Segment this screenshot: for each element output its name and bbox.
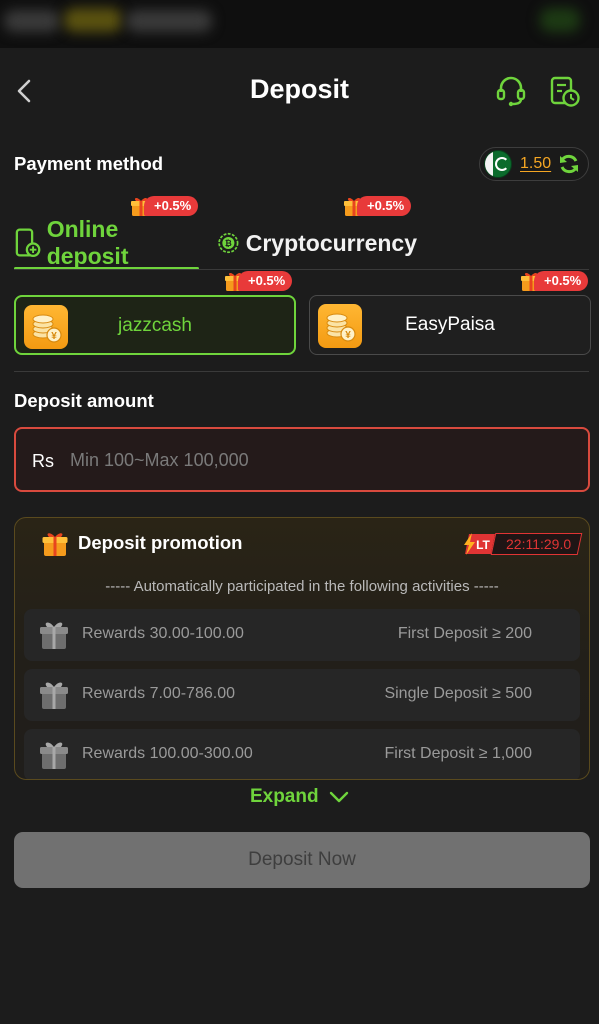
tab-cryptocurrency[interactable]: ₿ Cryptocurrency <box>217 216 417 270</box>
deposit-type-tabs: Online deposit ₿ Cryptocurrency <box>14 208 589 270</box>
promotion-title: Deposit promotion <box>78 532 243 553</box>
phone-deposit-icon <box>15 228 41 258</box>
balance-value: 1.50 <box>520 155 552 172</box>
amount-input[interactable] <box>70 443 570 477</box>
tab-online-deposit[interactable]: Online deposit <box>14 216 199 270</box>
channel-easypaisa-label: EasyPaisa <box>405 314 495 335</box>
svg-text:₿: ₿ <box>225 238 232 248</box>
jazzcash-bonus-badge: +0.5% <box>224 270 293 292</box>
deposit-promotion-card: Deposit promotion LT 22:11:29.0 ----- Au… <box>14 517 590 780</box>
payment-method-label: Payment method <box>14 153 164 174</box>
deposit-amount-label: Deposit amount <box>14 390 154 411</box>
channel-jazzcash[interactable]: ¥ jazzcash <box>14 295 296 355</box>
currency-label: Rs <box>32 451 54 471</box>
lt-tag-text: LT <box>476 538 490 552</box>
promotion-timer-value: 22:11:29.0 <box>505 536 571 552</box>
crypto-coin-icon: ₿ <box>218 232 239 254</box>
top-bar: Deposit <box>0 48 599 134</box>
section-divider <box>14 371 589 372</box>
jazzcash-bonus: +0.5% <box>238 271 293 291</box>
pakistan-flag-icon <box>484 150 512 178</box>
gift-icon <box>40 682 68 709</box>
promotion-subtitle: ----- Automatically participated in the … <box>105 578 499 595</box>
promotion-row: Rewards 7.00-786.00 Single Deposit ≥ 500 <box>24 669 580 721</box>
limited-time-timer: LT 22:11:29.0 <box>463 532 583 556</box>
reward-range: Rewards 30.00-100.00 <box>82 625 244 642</box>
balance-display: 1.50 <box>479 147 589 181</box>
easypaisa-bonus-badge: +0.5% <box>520 270 589 292</box>
online-deposit-bonus-badge: +0.5% <box>130 195 199 217</box>
crypto-bonus-badge: +0.5% <box>343 195 412 217</box>
chevron-down-icon <box>329 791 349 803</box>
reward-range: Rewards 7.00-786.00 <box>82 685 235 702</box>
crypto-bonus: +0.5% <box>357 196 412 216</box>
easypaisa-bonus: +0.5% <box>534 271 589 291</box>
gift-icon <box>42 533 68 556</box>
reward-condition: First Deposit ≥ 1,000 <box>384 745 532 762</box>
reward-range: Rewards 100.00-300.00 <box>82 745 253 762</box>
promotion-row: Rewards 100.00-300.00 First Deposit ≥ 1,… <box>24 729 580 779</box>
channel-jazzcash-label: jazzcash <box>118 315 192 336</box>
tab-cryptocurrency-label: Cryptocurrency <box>245 229 417 256</box>
back-arrow-icon[interactable] <box>10 76 40 106</box>
channel-easypaisa[interactable]: ¥ EasyPaisa <box>309 295 591 355</box>
tab-online-deposit-label: Online deposit <box>46 216 129 269</box>
expand-button[interactable]: Expand <box>0 786 599 812</box>
reward-condition: Single Deposit ≥ 500 <box>384 685 532 702</box>
deposit-now-button[interactable]: Deposit Now <box>14 832 590 888</box>
status-bar <box>0 0 599 48</box>
tabs-divider <box>14 269 589 270</box>
support-headset-icon[interactable] <box>495 74 527 108</box>
amount-field: Rs <box>14 427 590 492</box>
reward-condition: First Deposit ≥ 200 <box>397 625 532 642</box>
online-deposit-bonus: +0.5% <box>144 196 199 216</box>
promotion-row: Rewards 30.00-100.00 First Deposit ≥ 200 <box>24 609 580 661</box>
refresh-icon[interactable] <box>557 152 581 176</box>
promotion-timer: 22:11:29.0 <box>490 533 583 555</box>
gift-icon <box>40 742 68 769</box>
gift-icon <box>40 622 68 649</box>
expand-label: Expand <box>249 786 319 807</box>
deposit-history-icon[interactable] <box>549 74 581 108</box>
